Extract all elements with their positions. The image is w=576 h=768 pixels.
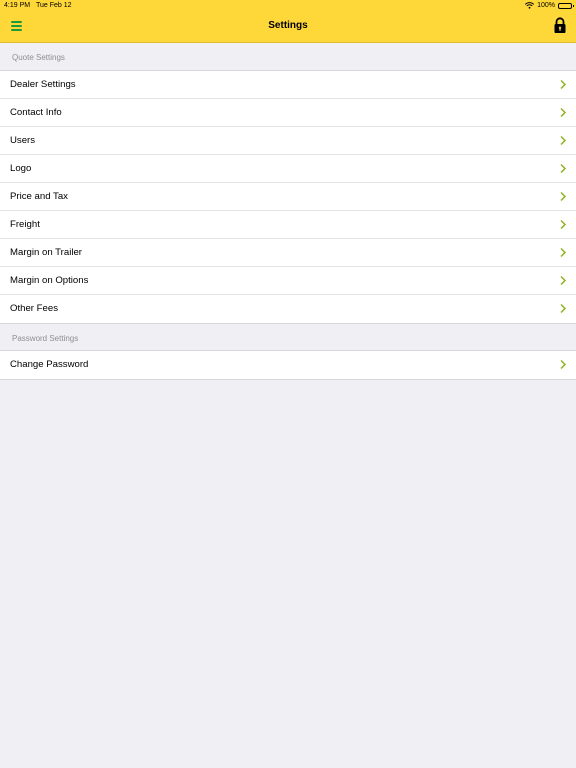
- list-item-change-password[interactable]: Change Password: [0, 351, 576, 379]
- list-item-label: Margin on Options: [10, 275, 89, 286]
- list-item-label: Contact Info: [10, 107, 62, 118]
- list-item-label: Other Fees: [10, 303, 58, 314]
- list-item-other-fees[interactable]: Other Fees: [0, 295, 576, 323]
- list-item-label: Dealer Settings: [10, 79, 76, 90]
- battery-percent: 100%: [537, 2, 555, 9]
- status-time: 4:19 PM: [4, 2, 31, 9]
- list-item-label: Freight: [10, 219, 40, 230]
- chevron-right-icon: [559, 107, 567, 118]
- battery-icon: [558, 2, 574, 9]
- password-settings-list: Change Password: [0, 350, 576, 380]
- list-item-logo[interactable]: Logo: [0, 155, 576, 183]
- chevron-right-icon: [559, 303, 567, 314]
- chevron-right-icon: [559, 79, 567, 90]
- lock-icon[interactable]: [553, 17, 567, 34]
- list-item-margin-on-options[interactable]: Margin on Options: [0, 267, 576, 295]
- section-header-quote-settings: Quote Settings: [12, 53, 65, 62]
- list-item-label: Logo: [10, 163, 32, 174]
- chevron-right-icon: [559, 135, 567, 146]
- list-item-contact-info[interactable]: Contact Info: [0, 99, 576, 127]
- list-item-margin-on-trailer[interactable]: Margin on Trailer: [0, 239, 576, 267]
- list-item-dealer-settings[interactable]: Dealer Settings: [0, 71, 576, 99]
- list-item-label: Margin on Trailer: [10, 247, 82, 258]
- list-item-label: Change Password: [10, 359, 89, 370]
- list-item-freight[interactable]: Freight: [0, 211, 576, 239]
- navigation-bar: 4:19 PM Tue Feb 12 100% Settings: [0, 0, 576, 43]
- section-header-password-settings: Password Settings: [12, 334, 79, 343]
- chevron-right-icon: [559, 163, 567, 174]
- status-date: Tue Feb 12: [36, 2, 72, 9]
- status-bar: 4:19 PM Tue Feb 12 100%: [0, 0, 576, 11]
- chevron-right-icon: [559, 359, 567, 370]
- quote-settings-list: Dealer Settings Contact Info Users Logo …: [0, 70, 576, 324]
- chevron-right-icon: [559, 191, 567, 202]
- chevron-right-icon: [559, 247, 567, 258]
- chevron-right-icon: [559, 275, 567, 286]
- page-title: Settings: [268, 20, 308, 31]
- list-item-price-and-tax[interactable]: Price and Tax: [0, 183, 576, 211]
- list-item-label: Users: [10, 135, 36, 146]
- list-item-label: Price and Tax: [10, 191, 68, 202]
- status-right: 100%: [525, 0, 574, 11]
- chevron-right-icon: [559, 219, 567, 230]
- list-item-users[interactable]: Users: [0, 127, 576, 155]
- wifi-icon: [525, 2, 535, 9]
